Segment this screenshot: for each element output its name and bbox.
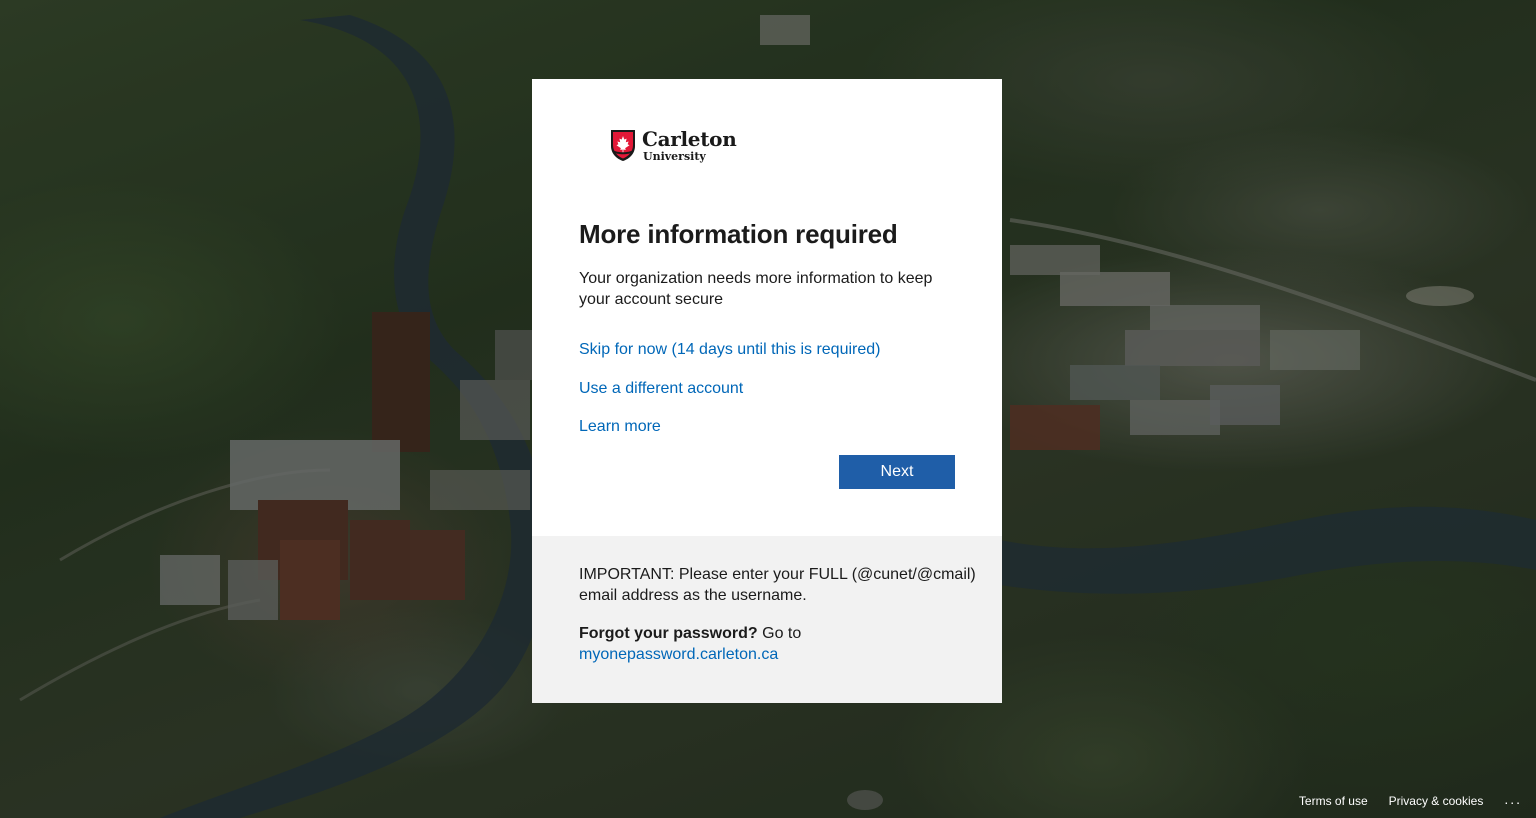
myonepassword-link[interactable]: myonepassword.carleton.ca bbox=[579, 646, 778, 663]
logo-wordmark: Carleton bbox=[642, 126, 737, 151]
forgot-password-label: Forgot your password? bbox=[579, 625, 758, 642]
auth-card-footer: IMPORTANT: Please enter your FULL (@cune… bbox=[532, 536, 1002, 703]
next-button[interactable]: Next bbox=[839, 455, 955, 489]
forgot-password-goto: Go to bbox=[757, 625, 802, 642]
page-description: Your organization needs more information… bbox=[579, 270, 933, 308]
auth-card: Carleton University More information req… bbox=[532, 79, 1002, 703]
forgot-password-text: Forgot your password? Go to myonepasswor… bbox=[579, 623, 979, 665]
use-different-account-link[interactable]: Use a different account bbox=[579, 380, 743, 398]
auth-card-body: Carleton University More information req… bbox=[532, 79, 1002, 536]
more-options-icon[interactable]: ... bbox=[1504, 792, 1522, 806]
page-footer: Terms of use Privacy & cookies ... bbox=[1299, 792, 1522, 810]
logo-subwordmark: University bbox=[643, 149, 706, 163]
page-title: More information required bbox=[579, 219, 898, 249]
maple-leaf-shield-icon bbox=[611, 130, 635, 161]
important-note: IMPORTANT: Please enter your FULL (@cune… bbox=[579, 566, 976, 604]
privacy-cookies-link[interactable]: Privacy & cookies bbox=[1389, 794, 1484, 808]
terms-of-use-link[interactable]: Terms of use bbox=[1299, 794, 1368, 808]
carleton-logo: Carleton University bbox=[609, 126, 737, 163]
skip-for-now-link[interactable]: Skip for now (14 days until this is requ… bbox=[579, 341, 880, 359]
learn-more-link[interactable]: Learn more bbox=[579, 418, 661, 436]
